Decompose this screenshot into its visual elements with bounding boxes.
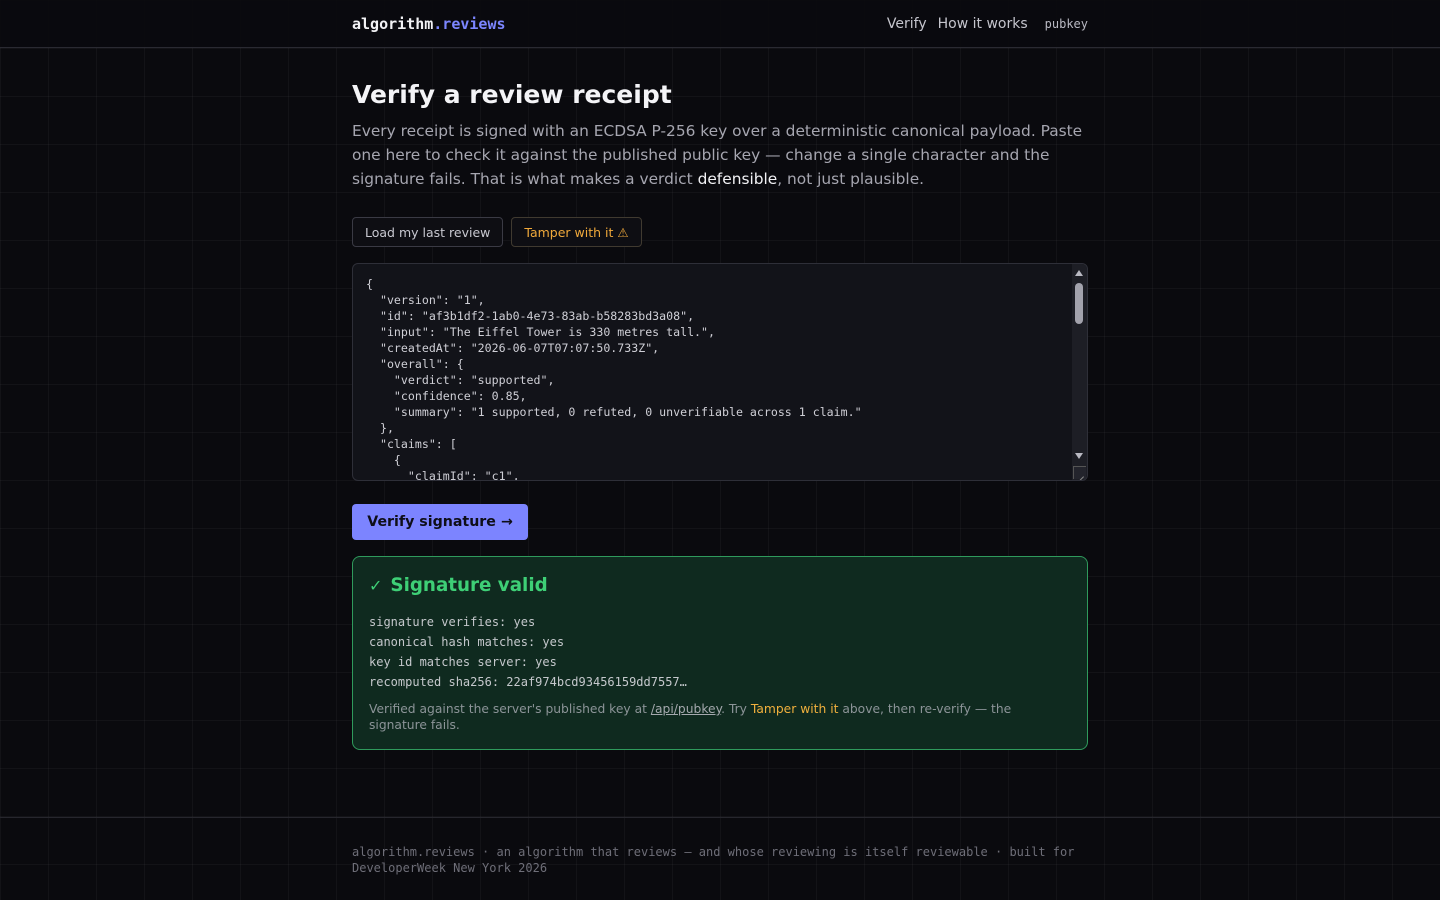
page-title: Verify a review receipt: [352, 80, 672, 109]
pubkey-api-link[interactable]: /api/pubkey: [651, 702, 721, 716]
editor-scrollbar[interactable]: [1072, 264, 1087, 480]
note-text-2: . Try: [721, 702, 751, 716]
verification-result-panel: ✓ Signature valid signature verifies: ye…: [352, 556, 1088, 750]
result-title: Signature valid: [390, 575, 548, 596]
brand-logo[interactable]: algorithm.reviews: [352, 15, 506, 33]
scroll-up-arrow-icon[interactable]: [1075, 270, 1083, 276]
tamper-button[interactable]: Tamper with it ⚠: [511, 217, 642, 247]
note-tamper-highlight: Tamper with it: [750, 702, 839, 716]
top-navbar: algorithm.reviews Verify How it works pu…: [0, 0, 1440, 48]
scroll-thumb[interactable]: [1075, 283, 1083, 324]
receipt-json-textarea[interactable]: { "version": "1", "id": "af3b1df2-1ab0-4…: [352, 263, 1088, 481]
result-header: ✓ Signature valid: [369, 575, 548, 596]
navbar-inner: algorithm.reviews Verify How it works pu…: [352, 0, 1088, 47]
receipt-json-content[interactable]: { "version": "1", "id": "af3b1df2-1ab0-4…: [366, 276, 1067, 480]
nav-how-it-works-link[interactable]: How it works: [938, 16, 1028, 32]
resize-grip-icon[interactable]: [1073, 466, 1086, 479]
load-last-review-button[interactable]: Load my last review: [352, 217, 504, 247]
lede-emphasis: defensible: [697, 170, 778, 188]
page-description: Every receipt is signed with an ECDSA P-…: [352, 119, 1088, 191]
note-text-1: Verified against the server's published …: [369, 702, 651, 716]
page-footer: algorithm.reviews · an algorithm that re…: [0, 817, 1440, 900]
footer-text: algorithm.reviews · an algorithm that re…: [352, 845, 1075, 875]
result-note: Verified against the server's published …: [369, 701, 1069, 733]
brand-accent: .reviews: [433, 14, 506, 33]
check-icon: ✓: [369, 576, 383, 595]
lede-text-2: , not just plausible.: [777, 170, 925, 188]
result-line-hash: canonical hash matches: yes: [369, 635, 565, 649]
brand-main: algorithm: [352, 14, 434, 33]
verify-signature-button[interactable]: Verify signature →: [352, 504, 528, 540]
result-line-key-id: key id matches server: yes: [369, 655, 557, 669]
result-details: signature verifies: yes canonical hash m…: [369, 612, 687, 692]
nav-verify-link[interactable]: Verify: [887, 16, 927, 32]
nav-pubkey-link[interactable]: pubkey: [1045, 17, 1088, 31]
main-nav: Verify How it works pubkey: [887, 16, 1088, 32]
action-buttons: Load my last review Tamper with it ⚠: [352, 217, 642, 247]
result-line-signature: signature verifies: yes: [369, 615, 536, 629]
scroll-down-arrow-icon[interactable]: [1075, 453, 1083, 459]
result-line-sha256: recomputed sha256: 22af974bcd93456159dd7…: [369, 675, 687, 689]
